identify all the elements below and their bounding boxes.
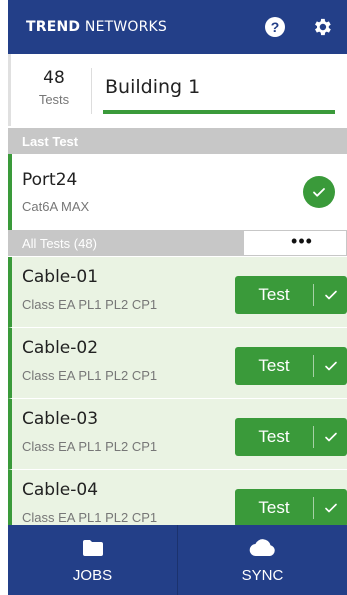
app-header: TREND NETWORKS ? bbox=[8, 0, 347, 54]
all-tests-header: All Tests (48) ••• bbox=[8, 230, 347, 256]
app-screen: TREND NETWORKS ? 48 Tests Building 1 Las… bbox=[8, 0, 347, 595]
last-test-card[interactable]: Port24 Cat6A MAX bbox=[8, 154, 347, 230]
check-icon[interactable] bbox=[314, 288, 347, 302]
test-button[interactable]: Test bbox=[235, 276, 347, 314]
cable-row[interactable]: Cable-01 Class EA PL1 PL2 CP1 Test bbox=[8, 257, 347, 328]
test-button-label: Test bbox=[258, 427, 290, 446]
test-button[interactable]: Test bbox=[235, 347, 347, 385]
brand-logo: TREND NETWORKS bbox=[26, 19, 167, 35]
summary-divider bbox=[91, 68, 92, 114]
cable-row[interactable]: Cable-04 Class EA PL1 PL2 CP1 Test bbox=[8, 470, 347, 525]
all-tests-header-label: All Tests (48) bbox=[22, 235, 97, 251]
test-count: 48 Tests bbox=[25, 68, 83, 107]
cable-name: Cable-01 bbox=[22, 267, 99, 287]
building-progress-bar bbox=[103, 110, 335, 114]
cable-row[interactable]: Cable-02 Class EA PL1 PL2 CP1 Test bbox=[8, 328, 347, 399]
brand-name-light: NETWORKS bbox=[84, 19, 168, 35]
last-test-name: Port24 bbox=[22, 170, 78, 190]
test-button[interactable]: Test bbox=[235, 418, 347, 456]
test-count-value: 48 bbox=[43, 68, 65, 88]
nav-jobs[interactable]: JOBS bbox=[8, 525, 177, 595]
check-icon bbox=[303, 176, 335, 208]
help-icon[interactable]: ? bbox=[265, 17, 285, 37]
more-options-button[interactable]: ••• bbox=[243, 230, 347, 256]
cloud-icon bbox=[249, 537, 277, 559]
job-summary[interactable]: 48 Tests Building 1 bbox=[8, 54, 347, 126]
more-dots-icon: ••• bbox=[291, 231, 313, 251]
check-icon[interactable] bbox=[314, 359, 347, 373]
cable-spec: Class EA PL1 PL2 CP1 bbox=[22, 368, 158, 383]
check-icon[interactable] bbox=[314, 430, 347, 444]
cable-name: Cable-04 bbox=[22, 480, 99, 500]
cable-spec: Class EA PL1 PL2 CP1 bbox=[22, 439, 158, 454]
test-button[interactable]: Test bbox=[235, 489, 347, 525]
test-count-label: Tests bbox=[38, 92, 70, 107]
cable-name: Cable-02 bbox=[22, 338, 99, 358]
last-test-header: Last Test bbox=[8, 128, 347, 154]
nav-sync-label: SYNC bbox=[241, 566, 284, 584]
check-icon[interactable] bbox=[314, 501, 347, 515]
last-test-header-label: Last Test bbox=[22, 133, 79, 149]
folder-icon bbox=[82, 537, 104, 559]
last-test-standard: Cat6A MAX bbox=[22, 199, 90, 214]
test-button-label: Test bbox=[258, 285, 290, 304]
brand-name-bold: TREND bbox=[26, 19, 81, 35]
test-button-label: Test bbox=[258, 356, 290, 375]
nav-jobs-label: JOBS bbox=[72, 566, 113, 584]
nav-sync[interactable]: SYNC bbox=[177, 525, 347, 595]
cable-name: Cable-03 bbox=[22, 409, 99, 429]
test-button-label: Test bbox=[258, 498, 290, 517]
header-actions: ? bbox=[265, 16, 333, 38]
cable-spec: Class EA PL1 PL2 CP1 bbox=[22, 510, 158, 525]
cable-row[interactable]: Cable-03 Class EA PL1 PL2 CP1 Test bbox=[8, 399, 347, 470]
cable-list[interactable]: Cable-01 Class EA PL1 PL2 CP1 Test Cable… bbox=[8, 257, 347, 525]
building-name[interactable]: Building 1 bbox=[105, 76, 200, 98]
bottom-nav: JOBS SYNC bbox=[8, 525, 347, 595]
gear-icon[interactable] bbox=[311, 16, 333, 38]
screen-edge bbox=[0, 0, 8, 595]
cable-spec: Class EA PL1 PL2 CP1 bbox=[22, 297, 158, 312]
